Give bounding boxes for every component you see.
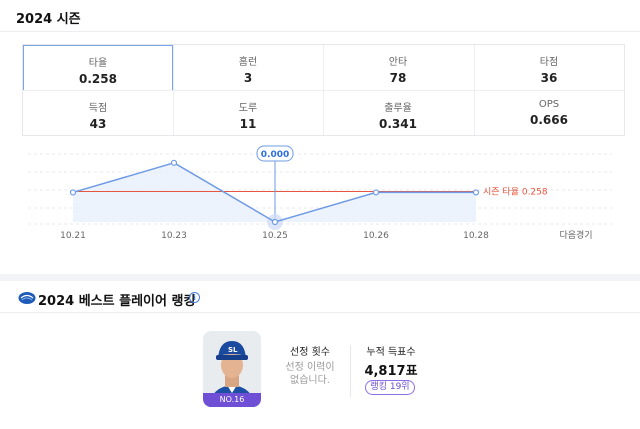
stat-label: 타점 (539, 57, 559, 68)
highlight-value: 0.000 (261, 150, 289, 160)
votes-value: 4,817표 (364, 364, 418, 379)
info-icon[interactable]: i (189, 292, 200, 303)
stat-value: 3 (243, 71, 253, 85)
stat-obp[interactable]: 출루율 0.341 (323, 91, 473, 137)
divider (0, 312, 640, 313)
stat-hits[interactable]: 안타 78 (323, 45, 473, 91)
player-number-tag: NO.16 (203, 393, 261, 407)
stat-value: 78 (389, 71, 407, 85)
stat-steals[interactable]: 도루 11 (173, 91, 323, 137)
x-tick-label: 10.28 (463, 231, 489, 241)
divider (0, 31, 640, 32)
stat-batting-average[interactable]: 타율 0.258 (23, 45, 173, 91)
ranking-title: 2024 베스트 플레이어 랭킹 (38, 294, 196, 309)
selection-count-label: 선정 횟수 (290, 347, 330, 358)
x-tick-label: 10.25 (262, 231, 288, 241)
stat-label: 도루 (238, 103, 258, 114)
svg-text:SL: SL (228, 346, 238, 354)
stat-label: 타율 (88, 58, 108, 69)
stat-value: 11 (239, 117, 257, 131)
votes-label: 누적 득표수 (366, 347, 416, 358)
stat-value: 0.666 (530, 113, 568, 127)
stat-value: 43 (89, 117, 107, 131)
data-point (372, 189, 380, 196)
rank-badge[interactable]: 랭킹 19위 (365, 380, 415, 395)
stat-value: 0.341 (379, 117, 417, 131)
data-point (170, 159, 178, 166)
stat-label: 출루율 (384, 103, 412, 114)
x-tick-label: 10.23 (161, 231, 187, 241)
stat-value: 0.258 (79, 72, 117, 86)
stat-label: OPS (538, 99, 560, 110)
selection-empty-text: 선정 이력이 없습니다. (285, 362, 335, 386)
stat-home-runs[interactable]: 홈런 3 (173, 45, 323, 91)
x-tick-label: 10.26 (363, 231, 389, 241)
stat-runs[interactable]: 득점 43 (23, 91, 173, 137)
data-point (69, 189, 77, 196)
season-title: 2024 시즌 (16, 12, 81, 27)
stat-label: 홈런 (238, 57, 258, 68)
divider (23, 90, 624, 91)
batting-average-chart: 시즌 타율 0.258 0.000 10.21 10.23 10.25 10.26 10.2… (28, 145, 612, 241)
stat-label: 안타 (388, 57, 408, 68)
team-logo-icon (18, 290, 36, 304)
stat-rbi[interactable]: 타점 36 (474, 45, 624, 91)
stats-grid: 타율 0.258 홈런 3 안타 78 타점 36 득점 43 도루 11 출루… (22, 44, 625, 136)
next-game-label: 다음경기 (559, 229, 592, 241)
season-average-label: 시즌 타율 0.258 (483, 186, 548, 197)
data-point (472, 189, 480, 196)
data-point (271, 218, 279, 226)
divider (350, 345, 351, 397)
x-tick-label: 10.21 (60, 231, 86, 241)
player-card[interactable]: SL NO.16 (203, 331, 261, 407)
stat-ops[interactable]: OPS 0.666 (474, 91, 624, 137)
stat-value: 36 (540, 71, 558, 85)
stat-label: 득점 (88, 103, 108, 114)
